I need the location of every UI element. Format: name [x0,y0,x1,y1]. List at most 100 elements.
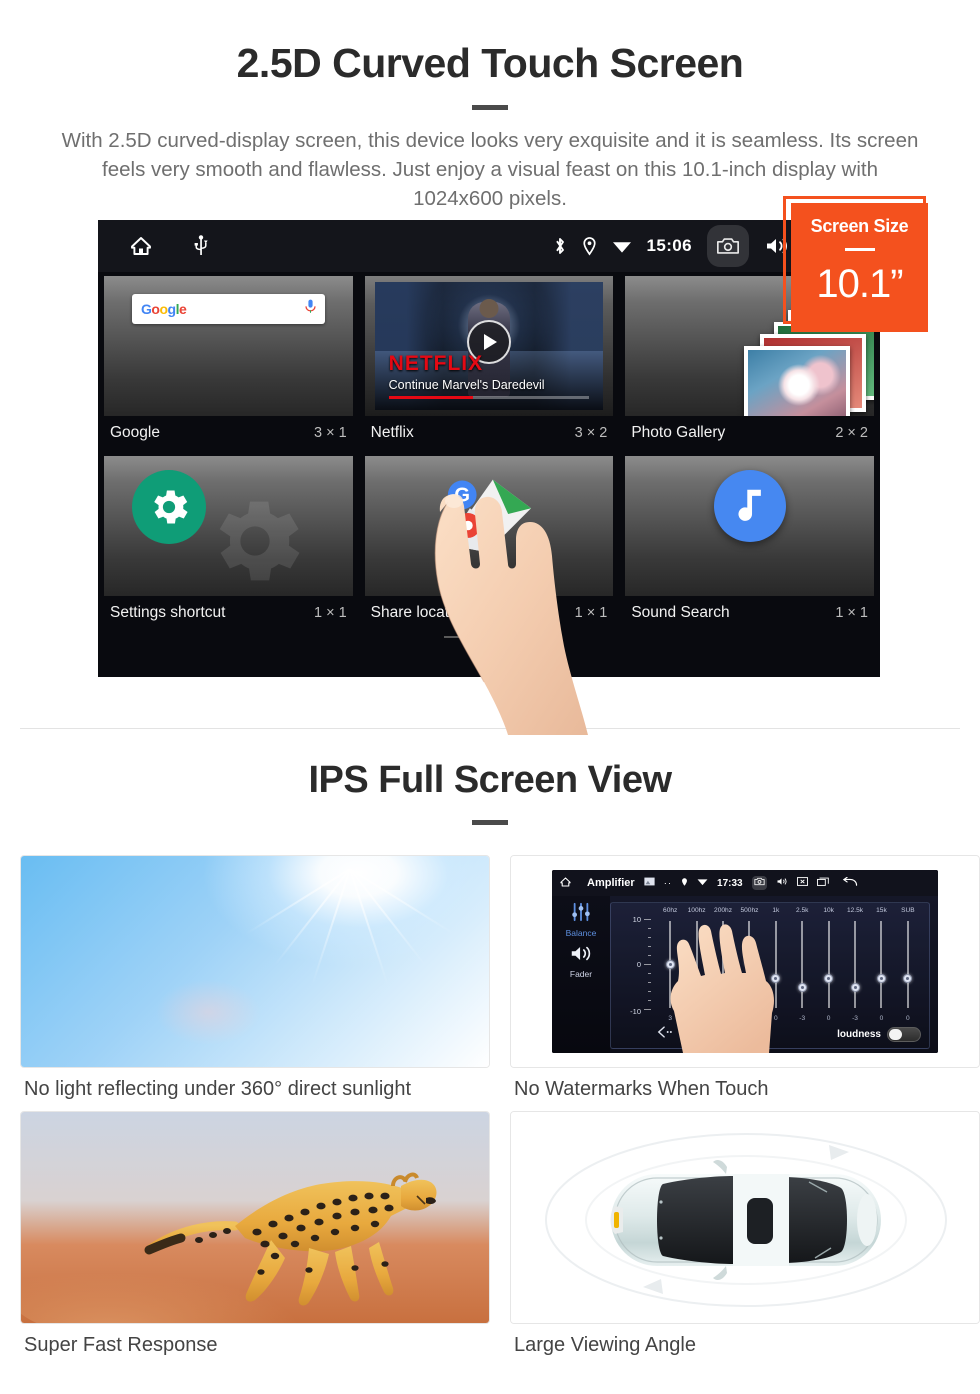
page-dot[interactable] [477,636,501,638]
netflix-character-head [479,298,499,318]
widget-cell-sound-search[interactable]: Sound Search 1 × 1 [619,452,880,632]
widget-caption: Settings shortcut 1 × 1 [104,596,353,632]
home-icon[interactable] [559,876,572,891]
camera-icon[interactable] [707,225,749,267]
volume-icon[interactable] [776,877,788,889]
widget-size: 3 × 2 [574,425,608,441]
share-location-widget[interactable]: G [364,456,614,596]
eq-band[interactable]: 2.5k -3 [789,907,815,1022]
amplifier-side-nav: Balance Fader [552,896,610,1053]
android-home-screenshot: 15:06 Google Google 3 × 1 NETFLIX Contin… [98,220,880,677]
eq-band-knob[interactable] [850,982,860,992]
sound-search-widget[interactable] [625,456,874,596]
more-icon[interactable]: ·· [664,878,672,889]
eq-band-knob[interactable] [876,973,886,983]
widget-label: Google [110,424,160,441]
eq-band-value: 0 [879,1015,884,1022]
scale-min: -10 [630,1007,641,1016]
widget-caption: Sound Search 1 × 1 [625,596,874,632]
google-logo-icon: Google [141,301,187,317]
eq-band[interactable]: 10k 0 [815,907,841,1022]
mic-icon[interactable] [305,299,316,319]
amplifier-fader-label[interactable]: Fader [552,969,610,979]
bluetooth-icon[interactable] [553,236,567,256]
cheetah-scene [21,1112,489,1323]
photo-thumbnail-blossom [743,346,850,416]
widget-size: 3 × 1 [314,425,347,441]
amplifier-balance-label[interactable]: Balance [552,928,610,938]
location-pin-icon[interactable] [582,236,597,256]
eq-band[interactable]: SUB 0 [895,907,921,1022]
eq-band-name: 10k [823,907,834,914]
netflix-progress-bar [388,396,590,399]
car-top-view-diagram [510,1111,980,1324]
eq-band[interactable]: 15k 0 [868,907,894,1022]
widget-size: 2 × 2 [835,425,868,441]
widget-cell-google[interactable]: Google Google 3 × 1 [98,272,359,452]
loudness-control[interactable]: loudness [837,1026,921,1042]
eq-band[interactable]: 12.5k -3 [842,907,868,1022]
eq-band-knob[interactable] [903,973,913,983]
widget-cell-share-location[interactable]: G Share location 1 × 1 [359,452,620,632]
widget-grid-row-2: Settings shortcut 1 × 1 G Share location… [98,452,880,632]
feature-card-fast-response: Super Fast Response [20,1111,490,1357]
eq-band-knob[interactable] [824,973,834,983]
wifi-icon[interactable] [697,877,708,889]
page-dot-active[interactable] [510,636,534,638]
widget-label: Photo Gallery [631,424,726,441]
back-arrow-icon[interactable] [842,876,858,890]
google-search-bar-widget[interactable]: Google [104,276,353,416]
loudness-toggle[interactable] [887,1026,921,1042]
widget-caption: Google 3 × 1 [104,416,353,452]
screen-size-label: Screen Size [810,216,909,236]
netflix-widget[interactable]: NETFLIX Continue Marvel's Daredevil [364,276,614,416]
gear-icon[interactable] [132,470,206,544]
running-cheetah-photo [20,1111,490,1324]
google-search-input[interactable]: Google [132,294,325,324]
widget-size: 1 × 1 [835,605,868,621]
eq-band-name: 1k [772,907,780,914]
widget-caption: Netflix 3 × 2 [365,416,614,452]
eq-band-name: 15k [876,907,887,914]
settings-shortcut-widget[interactable] [104,456,353,596]
svg-text:G: G [454,485,470,507]
music-note-icon[interactable] [713,470,786,542]
eq-band-value: -3 [852,1015,858,1022]
sunny-blue-sky-photo [20,855,490,1068]
home-icon[interactable] [128,234,154,258]
eq-band-value: -3 [799,1015,806,1022]
title-underline [472,105,508,110]
widget-label: Sound Search [631,604,730,621]
camera-icon[interactable] [751,876,767,890]
google-maps-icon[interactable]: G [441,470,537,558]
location-pin-icon[interactable] [681,877,688,890]
netflix-row-title: Continue Marvel's Daredevil [388,378,545,392]
cheetah-illustration [21,1172,437,1323]
screen-size-badge: Screen Size 10.1” [791,203,928,332]
eq-band-value: 0 [906,1015,910,1022]
page-title: 2.5D Curved Touch Screen [236,40,744,86]
scale-mid: 0 [636,959,641,969]
sliders-icon[interactable] [570,902,592,926]
widget-cell-settings[interactable]: Settings shortcut 1 × 1 [98,452,359,632]
feature-cards: No light reflecting under 360° direct su… [10,855,980,1357]
eq-band-name: 2.5k [796,907,809,914]
card-caption: No light reflecting under 360° direct su… [24,1078,412,1100]
widget-size: 1 × 1 [314,605,347,621]
section2-title-underline [472,820,508,825]
eq-band-name: 200hz [714,907,732,914]
page-indicator-dots[interactable] [98,632,880,638]
widget-cell-netflix[interactable]: NETFLIX Continue Marvel's Daredevil Netf… [359,272,620,452]
curved-screen-section: 2.5D Curved Touch Screen With 2.5D curve… [0,0,980,735]
card-caption: No Watermarks When Touch [514,1078,769,1100]
wifi-icon[interactable] [612,238,632,254]
recents-icon[interactable] [816,877,829,889]
scale-ticks [644,919,651,1010]
widget-label: Netflix [370,424,414,441]
close-box-icon[interactable] [796,877,808,889]
gallery-icon[interactable] [644,877,655,889]
speaker-icon[interactable] [569,944,593,968]
page-dot[interactable] [444,636,468,638]
eq-band-knob[interactable] [797,982,807,992]
usb-icon[interactable] [194,235,208,257]
